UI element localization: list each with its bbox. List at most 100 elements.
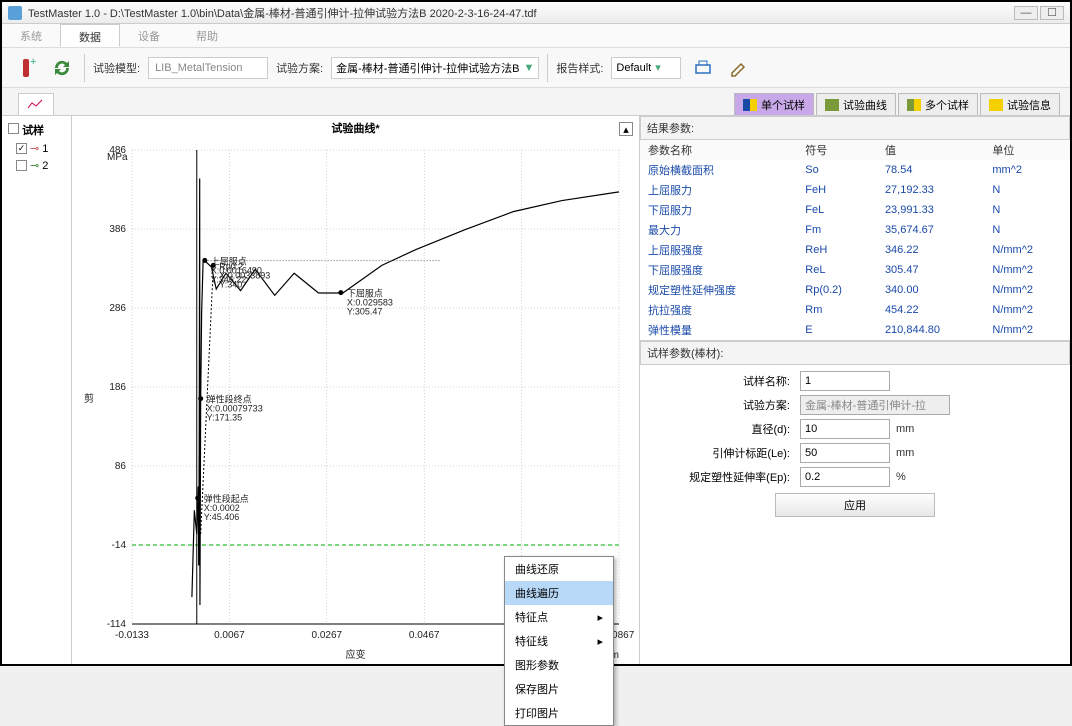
checkbox-icon[interactable] xyxy=(16,160,27,171)
tab-label: 单个试样 xyxy=(761,97,805,113)
tab-color-icon xyxy=(825,99,839,111)
ctx-feature-line[interactable]: 特征线▸ xyxy=(505,629,613,653)
param-input-4[interactable] xyxy=(800,467,890,487)
param-row: 直径(d): mm xyxy=(650,419,1060,439)
chevron-down-icon: ▾ xyxy=(655,61,661,74)
param-label: 试样名称: xyxy=(650,373,800,389)
svg-text:MPa: MPa xyxy=(107,152,128,163)
tab-label: 多个试样 xyxy=(925,97,969,113)
tab-color-icon xyxy=(743,99,757,111)
edit-icon[interactable] xyxy=(725,54,753,82)
ctx-restore-curve[interactable]: 曲线还原 xyxy=(505,557,613,581)
menu-data[interactable]: 数据 xyxy=(60,24,120,47)
report-label: 报告样式: xyxy=(556,60,603,76)
tab-test-curve[interactable]: 试验曲线 xyxy=(816,93,896,115)
svg-text:386: 386 xyxy=(109,224,126,235)
svg-text:Y:171.35: Y:171.35 xyxy=(207,413,243,423)
model-field: LIB_MetalTension xyxy=(148,57,268,79)
svg-text:+: + xyxy=(30,57,36,68)
svg-text:应变: 应变 xyxy=(346,648,366,661)
param-input-0[interactable] xyxy=(800,371,890,391)
results-row: 弹性模量E210,844.80N/mm^2 xyxy=(640,320,1070,340)
report-value: Default xyxy=(616,62,651,74)
scheme-value: 金属-棒材-普通引伸计-拉伸试验方法B xyxy=(336,60,519,76)
tab-single-sample[interactable]: 单个试样 xyxy=(734,93,814,115)
results-row: 规定塑性延伸强度Rp(0.2)340.00N/mm^2 xyxy=(640,280,1070,300)
menu-device[interactable]: 设备 xyxy=(120,24,178,47)
param-row: 规定塑性延伸率(Ep):% xyxy=(650,467,1060,487)
window-title: TestMaster 1.0 - D:\TestMaster 1.0\bin\D… xyxy=(28,5,1012,21)
tree-item-1[interactable]: ✓⊸1 xyxy=(6,140,67,157)
print-icon[interactable] xyxy=(689,54,717,82)
svg-text:86: 86 xyxy=(115,461,127,472)
results-col-header: 参数名称 xyxy=(640,140,797,160)
results-row: 最大力Fm35,674.67N xyxy=(640,220,1070,240)
sample-tool-icon[interactable]: + xyxy=(12,54,40,82)
svg-text:286: 286 xyxy=(109,303,126,314)
results-row: 原始横截面积So78.54mm^2 xyxy=(640,160,1070,180)
param-input-3[interactable] xyxy=(800,443,890,463)
refresh-icon[interactable] xyxy=(48,54,76,82)
ctx-save-image[interactable]: 保存图片 xyxy=(505,677,613,701)
tree-root-checkbox[interactable] xyxy=(8,123,19,134)
chart-panel: 试验曲线* ▴ -114-1486186286386486-0.01330.00… xyxy=(72,116,640,664)
results-col-header: 值 xyxy=(877,140,984,160)
svg-text:-114: -114 xyxy=(107,619,127,630)
param-unit: mm xyxy=(890,423,914,435)
param-row: 引伸计标距(Le):mm xyxy=(650,443,1060,463)
ctx-feature-point[interactable]: 特征点▸ xyxy=(505,605,613,629)
results-col-header: 单位 xyxy=(984,140,1070,160)
menu-help[interactable]: 帮助 xyxy=(178,24,236,47)
sample-params-header: 试样参数(棒材): xyxy=(640,341,1070,365)
results-row: 抗拉强度Rm454.22N/mm^2 xyxy=(640,300,1070,320)
results-row: 下屈服力FeL23,991.33N xyxy=(640,200,1070,220)
svg-text:Y:45.406: Y:45.406 xyxy=(204,512,240,522)
results-row: 下屈服强度ReL305.47N/mm^2 xyxy=(640,260,1070,280)
results-col-header: 符号 xyxy=(797,140,877,160)
menu-bar: 系统 数据 设备 帮助 xyxy=(2,24,1070,48)
report-dropdown[interactable]: Default ▾ xyxy=(611,57,681,79)
param-label: 直径(d): xyxy=(650,421,800,437)
svg-text:-0.0133: -0.0133 xyxy=(115,630,149,641)
minimize-button[interactable]: — xyxy=(1014,6,1038,20)
submenu-arrow-icon: ▸ xyxy=(597,635,603,648)
chevron-down-icon: ▼ xyxy=(523,62,534,74)
apply-button[interactable]: 应用 xyxy=(775,493,935,517)
menu-system[interactable]: 系统 xyxy=(2,24,60,47)
scheme-dropdown[interactable]: 金属-棒材-普通引伸计-拉伸试验方法B ▼ xyxy=(331,57,539,79)
tree-item-2[interactable]: ⊸2 xyxy=(6,157,67,174)
tree-item-label: 2 xyxy=(42,160,48,172)
param-input-2[interactable] xyxy=(800,419,890,439)
param-unit: % xyxy=(890,471,906,483)
svg-text:Y:305.47: Y:305.47 xyxy=(347,307,383,317)
chart-mode-icon[interactable] xyxy=(18,93,54,115)
tab-label: 试验曲线 xyxy=(843,97,887,113)
tab-multi-sample[interactable]: 多个试样 xyxy=(898,93,978,115)
svg-text:剪: 剪 xyxy=(84,392,94,405)
svg-text:-14: -14 xyxy=(112,540,127,551)
ctx-graph-params[interactable]: 图形参数 xyxy=(505,653,613,677)
ctx-print-image[interactable]: 打印图片 xyxy=(505,701,613,725)
results-row: 上屈服力FeH27,192.33N xyxy=(640,180,1070,200)
app-icon xyxy=(8,6,22,20)
param-row: 试样名称: xyxy=(650,371,1060,391)
tab-test-info[interactable]: 试验信息 xyxy=(980,93,1060,115)
checkbox-icon[interactable]: ✓ xyxy=(16,143,27,154)
scheme-label: 试验方案: xyxy=(276,60,323,76)
maximize-button[interactable]: ☐ xyxy=(1040,6,1064,20)
svg-text:186: 186 xyxy=(109,382,126,393)
ctx-traverse-curve[interactable]: 曲线遍历 xyxy=(505,581,613,605)
toolbar: + 试验模型: LIB_MetalTension 试验方案: 金属-棒材-普通引… xyxy=(2,48,1070,88)
submenu-arrow-icon: ▸ xyxy=(597,611,603,624)
chart-expand-icon[interactable]: ▴ xyxy=(619,122,633,136)
param-row: 试验方案: xyxy=(650,395,1060,415)
chart-title: 试验曲线* xyxy=(72,116,639,140)
title-bar: TestMaster 1.0 - D:\TestMaster 1.0\bin\D… xyxy=(2,2,1070,24)
tree-item-label: 1 xyxy=(42,143,48,155)
param-label: 引伸计标距(Le): xyxy=(650,445,800,461)
param-input-1 xyxy=(800,395,950,415)
sample-tree: 试样 ✓⊸1 ⊸2 xyxy=(2,116,72,664)
model-label: 试验模型: xyxy=(93,60,140,76)
svg-text:Y:346.22: Y:346.22 xyxy=(211,274,247,284)
svg-text:0.0467: 0.0467 xyxy=(409,630,440,641)
